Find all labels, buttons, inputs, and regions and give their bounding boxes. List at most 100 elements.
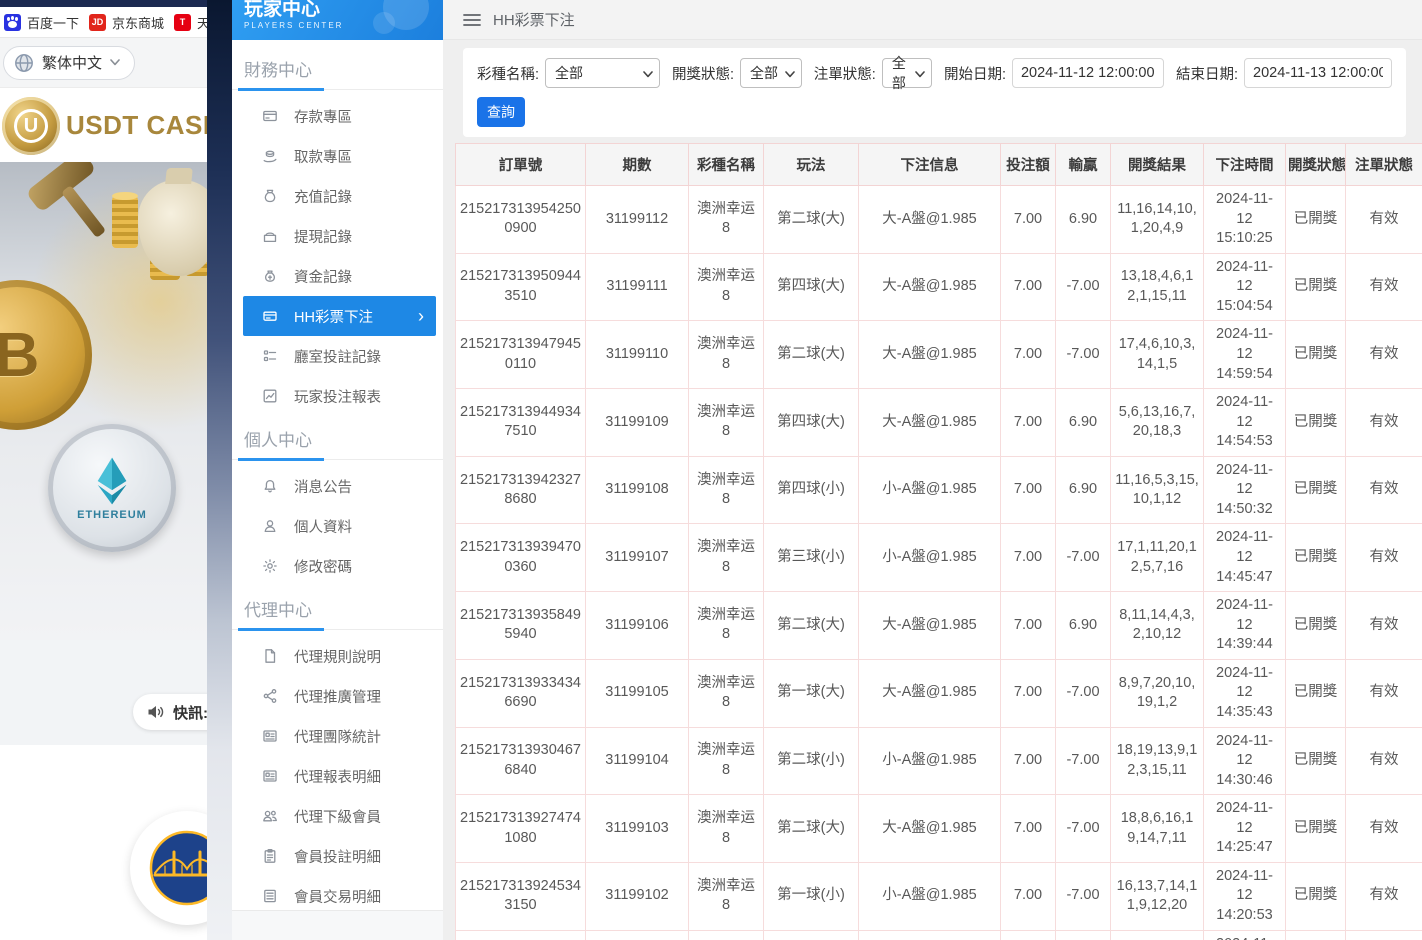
cell-draw_result: 13,18,4,6,12,1,15,11 (1111, 253, 1204, 321)
draw-status-select[interactable]: 全部 (740, 58, 802, 88)
start-date-input[interactable] (1012, 58, 1164, 88)
order-status-label: 注單狀態: (814, 63, 876, 84)
cell-lottery_name: 澳洲幸运8 (689, 389, 764, 457)
sidebar-item-withdrawal-records[interactable]: 提現記錄 (243, 216, 436, 256)
browser-page-left: 百度一下JD京东商城T天猫 繁体中文 U USDT CASINO B (0, 0, 207, 940)
chevron-down-icon (785, 71, 795, 78)
sidebar-item-profile[interactable]: 個人資料 (243, 506, 436, 546)
cell-bet_amount: 7.00 (1001, 321, 1056, 389)
cell-draw_status: 已開獎 (1286, 186, 1346, 254)
news-ticker[interactable]: 快訊: (133, 694, 207, 730)
language-selector[interactable]: 繁体中文 (3, 46, 135, 80)
order-status-select[interactable]: 全部 (882, 58, 932, 88)
cell-bet_time: 2024-11-12 14:45:47 (1204, 524, 1286, 592)
sidebar-item-agent-rules[interactable]: 代理規則說明 (243, 636, 436, 676)
end-date-input[interactable] (1244, 58, 1392, 88)
cell-draw_status: 已開獎 (1286, 456, 1346, 524)
cell-play: 第一球(大) (764, 930, 859, 940)
sidebar-item-label: 消息公告 (294, 476, 352, 497)
cell-period: 31199101 (586, 930, 689, 940)
logo-monogram: U (14, 109, 48, 143)
cell-order_status: 有效 (1346, 795, 1422, 863)
table-row: 215217313933434669031199105澳洲幸运8第一球(大)大-… (456, 659, 1422, 727)
cell-order_no: 2152173139394700360 (456, 524, 586, 592)
cell-bet_amount: 7.00 (1001, 862, 1056, 930)
bridge-badge-icon (147, 828, 207, 908)
sidebar-item-change-password[interactable]: 修改密碼 (243, 546, 436, 586)
transactions-icon (262, 888, 278, 904)
sidebar-item-recharge-records[interactable]: 充值記錄 (243, 176, 436, 216)
filter-panel: 彩種名稱: 全部 開獎狀態: 全部 注單狀態: 全部 開始日期: 結束日期: (463, 48, 1406, 137)
cell-draw_result: 8,11,14,4,3,2,10,12 (1111, 592, 1204, 660)
site-logo[interactable]: U USDT CASINO (0, 89, 207, 162)
cell-order_no: 2152173139274741080 (456, 795, 586, 863)
cell-lottery_name: 澳洲幸运8 (689, 524, 764, 592)
sidebar-item-agent-report-details[interactable]: 代理報表明細 (243, 756, 436, 796)
user-icon (262, 518, 278, 534)
sidebar-item-hh-lottery-bets[interactable]: HH彩票下注› (243, 296, 436, 336)
cell-play: 第四球(大) (764, 389, 859, 457)
cell-order_status: 有效 (1346, 389, 1422, 457)
cell-period: 31199110 (586, 321, 689, 389)
cell-win_loss: -14.00 (1056, 930, 1111, 940)
table-header-row: 訂單號期數彩種名稱玩法下注信息投注額輸贏開獎結果下注時間開獎狀態注單狀態 (456, 144, 1422, 186)
screen: 百度一下JD京东商城T天猫 繁体中文 U USDT CASINO B (0, 0, 1422, 940)
cell-order_no: 2152173139304676840 (456, 727, 586, 795)
tmall-icon: T (174, 14, 191, 31)
sidebar-item-agent-promotion[interactable]: 代理推廣管理 (243, 676, 436, 716)
globe-icon (14, 53, 34, 73)
cell-bet_info: 大-A盤@1.985 (859, 186, 1001, 254)
hamburger-icon[interactable] (463, 13, 481, 27)
sidebar-item-player-bet-report[interactable]: 玩家投注報表 (243, 376, 436, 416)
cell-draw_result: 16,13,7,14,11,9,12,20 (1111, 862, 1204, 930)
cell-win_loss: 6.90 (1056, 456, 1111, 524)
usdt-logo-ball-icon: U (2, 97, 60, 155)
cell-win_loss: -7.00 (1056, 727, 1111, 795)
search-button[interactable]: 查詢 (477, 97, 525, 127)
cell-bet_info: 小-A盤@1.985 (859, 524, 1001, 592)
cell-period: 31199106 (586, 592, 689, 660)
cell-order_status: 有效 (1346, 862, 1422, 930)
sidebar-item-announcements[interactable]: 消息公告 (243, 466, 436, 506)
sidebar-item-member-bet-details[interactable]: 會員投註明細 (243, 836, 436, 876)
table-row: 215217313944934751031199109澳洲幸运8第四球(大)大-… (456, 389, 1422, 457)
bookmark-jd[interactable]: JD京东商城 (89, 13, 164, 32)
section-heading: 代理中心 (232, 590, 443, 630)
sidebar-item-label: 代理報表明細 (294, 766, 381, 787)
sidebar-item-label: 代理推廣管理 (294, 686, 381, 707)
sidebar-item-agent-team-stats[interactable]: 代理團隊統計 (243, 716, 436, 756)
cell-bet_info: 大-A盤@1.985 (859, 253, 1001, 321)
cell-order_no: 2152173139509443510 (456, 253, 586, 321)
table-row: 215217313954250090031199112澳洲幸运8第二球(大)大-… (456, 186, 1422, 254)
cell-lottery_name: 澳洲幸运8 (689, 321, 764, 389)
table-row: 215217313927474108031199103澳洲幸运8第二球(大)大-… (456, 795, 1422, 863)
table-row: 215217313939470036031199107澳洲幸运8第三球(小)小-… (456, 524, 1422, 592)
main-topbar: HH彩票下注 (443, 0, 1422, 40)
header-order_no: 訂單號 (456, 144, 586, 186)
bell-icon (262, 478, 278, 494)
cell-win_loss: -7.00 (1056, 253, 1111, 321)
cell-order_status: 有效 (1346, 253, 1422, 321)
sidebar-item-funds-records[interactable]: 資金記錄 (243, 256, 436, 296)
room-records-icon (262, 348, 278, 364)
header-bet_info: 下注信息 (859, 144, 1001, 186)
cell-draw_status: 已開獎 (1286, 862, 1346, 930)
sidebar-item-agent-subordinates[interactable]: 代理下級會員 (243, 796, 436, 836)
lottery-name-select[interactable]: 全部 (545, 58, 660, 88)
sidebar-item-deposit[interactable]: 存款專區 (243, 96, 436, 136)
bookmark-tmall[interactable]: T天猫 (174, 13, 207, 32)
cell-draw_status: 已開獎 (1286, 253, 1346, 321)
sidebar-item-withdraw[interactable]: 取款專區 (243, 136, 436, 176)
sidebar-item-room-bet-records[interactable]: 廳室投註記錄 (243, 336, 436, 376)
wallet-icon (262, 228, 278, 244)
language-bar: 繁体中文 (0, 38, 207, 88)
cell-lottery_name: 澳洲幸运8 (689, 659, 764, 727)
bookmark-baidu[interactable]: 百度一下 (4, 13, 79, 32)
cell-draw_result: 11,16,5,3,15,10,1,12 (1111, 456, 1204, 524)
bets-table: 訂單號期數彩種名稱玩法下注信息投注額輸贏開獎結果下注時間開獎狀態注單狀態 215… (455, 143, 1422, 940)
cell-lottery_name: 澳洲幸运8 (689, 862, 764, 930)
sidebar-item-label: 取款專區 (294, 146, 352, 167)
cell-order_no: 2152173139245343150 (456, 862, 586, 930)
cell-lottery_name: 澳洲幸运8 (689, 592, 764, 660)
cell-lottery_name: 澳洲幸运8 (689, 795, 764, 863)
